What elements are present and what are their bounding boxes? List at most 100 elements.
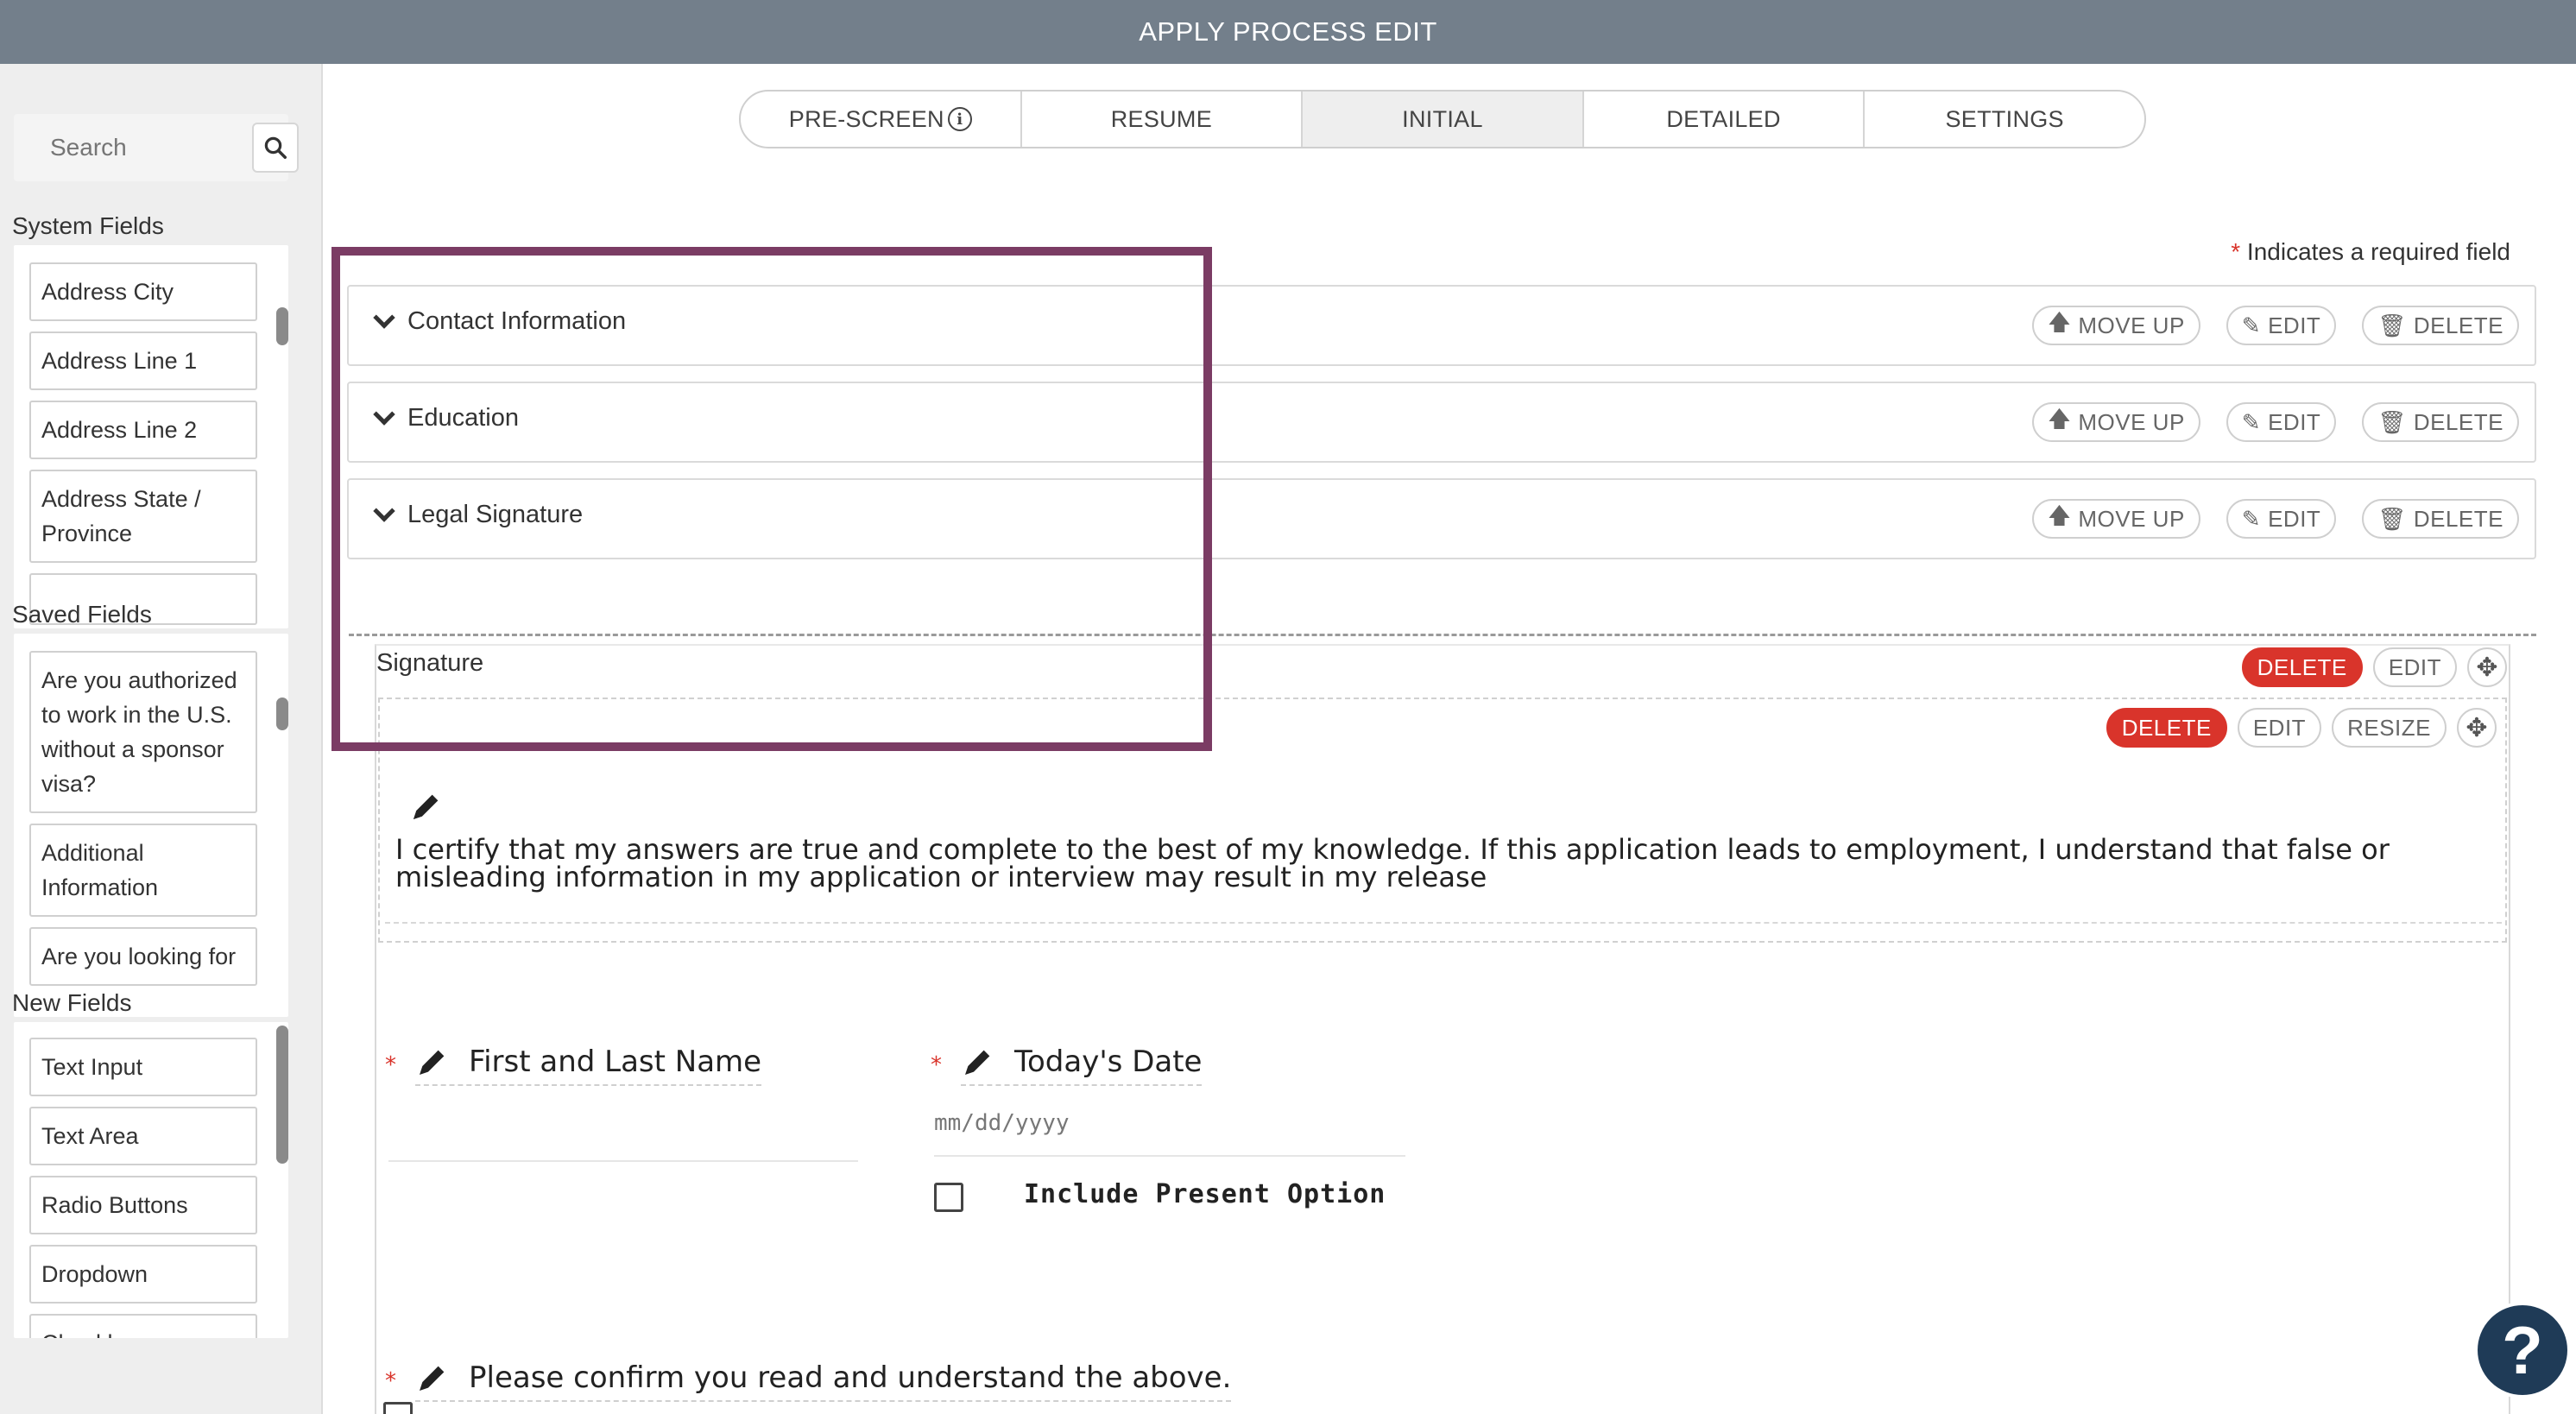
system-fields-scrollbar[interactable] [276, 307, 288, 345]
section-contact-information[interactable]: Contact Information 🡅 MOVE UP ✎ EDIT 🗑 DELE… [347, 285, 2536, 366]
move-up-button[interactable]: 🡅 MOVE UP [2032, 306, 2200, 345]
signature-edit-button[interactable]: EDIT [2372, 647, 2457, 687]
section-title[interactable]: Education [373, 402, 519, 432]
chevron-down-icon [373, 402, 395, 426]
text-block-edit-button[interactable]: EDIT [2237, 708, 2322, 748]
tab-resume-label: RESUME [1110, 105, 1213, 132]
trash-icon: 🗑 [2377, 312, 2407, 338]
field-item-address-line-1[interactable]: Address Line 1 [29, 331, 257, 390]
trash-icon: 🗑 [2377, 408, 2407, 435]
arrow-up-icon: 🡅 [2048, 309, 2072, 335]
move-icon[interactable]: ✥ [2457, 708, 2497, 748]
required-field-note: * Indicates a required field [2231, 238, 2510, 266]
fields-sidebar: System Fields Address City Address Line … [0, 64, 323, 1414]
field-item-dropdown[interactable]: Dropdown [29, 1245, 257, 1304]
include-present-checkbox[interactable] [934, 1183, 963, 1212]
field-item-radio-buttons[interactable]: Radio Buttons [29, 1176, 257, 1234]
edit-button[interactable]: ✎ EDIT [2226, 402, 2337, 442]
edit-button[interactable]: ✎ EDIT [2226, 306, 2337, 345]
move-icon[interactable]: ✥ [2467, 647, 2507, 687]
required-asterisk: * [385, 1368, 396, 1394]
tab-detailed-label: DETAILED [1666, 105, 1781, 132]
text-block-bottom-border [385, 922, 2502, 924]
date-field-label-text: Today's Date [1014, 1045, 1203, 1079]
field-item-address-state[interactable]: Address State / Province [29, 470, 257, 563]
move-up-button[interactable]: 🡅 MOVE UP [2032, 402, 2200, 442]
process-tabs: PRE-SCREEN i RESUME INITIAL DETAILED SET… [739, 90, 2146, 148]
new-fields-title: New Fields [12, 989, 132, 1016]
saved-fields-scrollbar[interactable] [276, 698, 288, 730]
pencil-icon[interactable] [415, 1360, 450, 1395]
confirm-checkbox[interactable] [383, 1402, 413, 1414]
arrow-up-icon: 🡅 [2048, 406, 2072, 432]
required-asterisk: * [2231, 238, 2241, 265]
section-title-text: Education [407, 404, 519, 432]
section-title[interactable]: Legal Signature [373, 499, 584, 529]
delete-button[interactable]: 🗑 DELETE [2362, 499, 2519, 539]
page-title: APPLY PROCESS EDIT [1139, 16, 1437, 47]
confirm-field-label-text: Please confirm you read and understand t… [469, 1360, 1232, 1395]
name-input[interactable] [388, 1160, 858, 1162]
date-input-placeholder[interactable]: mm/dd/yyyy [934, 1110, 1070, 1136]
section-title-text: Legal Signature [407, 501, 584, 528]
delete-label: DELETE [2413, 505, 2503, 532]
move-up-label: MOVE UP [2078, 505, 2185, 532]
tab-pre-screen[interactable]: PRE-SCREEN i [741, 92, 1022, 147]
required-asterisk: * [931, 1052, 942, 1078]
tab-settings[interactable]: SETTINGS [1865, 92, 2144, 147]
tab-detailed[interactable]: DETAILED [1584, 92, 1866, 147]
signature-block-label: Signature [376, 649, 484, 677]
section-education[interactable]: Education 🡅 MOVE UP ✎ EDIT 🗑 DELETE [347, 382, 2536, 463]
required-note-text: Indicates a required field [2246, 238, 2510, 265]
pencil-icon: ✎ [2241, 408, 2262, 435]
pencil-icon: ✎ [2241, 312, 2262, 338]
field-item-looking-for[interactable]: Are you looking for [29, 927, 257, 986]
tab-resume[interactable]: RESUME [1022, 92, 1304, 147]
section-title-text: Contact Information [407, 307, 627, 335]
field-item-text-input[interactable]: Text Input [29, 1038, 257, 1096]
field-item-additional-info[interactable]: Additional Information [29, 824, 257, 917]
delete-button[interactable]: 🗑 DELETE [2362, 306, 2519, 345]
system-fields-list: Address City Address Line 1 Address Line… [14, 245, 288, 628]
pencil-icon[interactable] [415, 1045, 450, 1079]
required-asterisk: * [385, 1052, 396, 1078]
field-item-address-city[interactable]: Address City [29, 262, 257, 321]
field-item-authorized[interactable]: Are you authorized to work in the U.S. w… [29, 651, 257, 813]
signature-block-actions: DELETE EDIT ✥ [2241, 647, 2507, 687]
tab-initial-label: INITIAL [1402, 105, 1483, 132]
edit-label: EDIT [2268, 312, 2321, 338]
confirm-field-label: * Please confirm you read and understand… [385, 1360, 1232, 1402]
field-item-address-line-2[interactable]: Address Line 2 [29, 401, 257, 459]
include-present-label: Include Present Option [1024, 1179, 1386, 1209]
text-block-resize-button[interactable]: RESIZE [2332, 708, 2447, 748]
date-input[interactable] [934, 1155, 1405, 1157]
field-item-text-area[interactable]: Text Area [29, 1107, 257, 1165]
pencil-icon[interactable] [961, 1045, 995, 1079]
move-up-label: MOVE UP [2078, 408, 2185, 435]
tab-pre-screen-label: PRE-SCREEN [788, 105, 944, 132]
move-up-button[interactable]: 🡅 MOVE UP [2032, 499, 2200, 539]
saved-fields-title: Saved Fields [12, 601, 152, 628]
section-title[interactable]: Contact Information [373, 306, 627, 336]
chevron-down-icon [373, 306, 395, 329]
section-legal-signature[interactable]: Legal Signature 🡅 MOVE UP ✎ EDIT 🗑 DELETE [347, 478, 2536, 559]
search-button[interactable] [252, 123, 299, 173]
certification-text: I certify that my answers are true and c… [395, 833, 2390, 893]
name-field-label-text: First and Last Name [469, 1045, 762, 1079]
saved-fields-list: Are you authorized to work in the U.S. w… [14, 634, 288, 1017]
field-item-checkbox[interactable]: Checkbox [29, 1314, 257, 1338]
help-button[interactable]: ? [2474, 1302, 2571, 1398]
edit-label: EDIT [2268, 505, 2321, 532]
search-input[interactable] [14, 114, 237, 181]
delete-button[interactable]: 🗑 DELETE [2362, 402, 2519, 442]
text-block-actions: DELETE EDIT RESIZE ✥ [2106, 708, 2497, 748]
edit-button[interactable]: ✎ EDIT [2226, 499, 2337, 539]
info-icon[interactable]: i [947, 107, 972, 131]
chevron-down-icon [373, 499, 395, 522]
new-fields-scrollbar[interactable] [276, 1026, 288, 1164]
system-fields-title: System Fields [12, 212, 164, 239]
text-block-delete-button[interactable]: DELETE [2106, 708, 2227, 748]
pencil-icon[interactable] [409, 789, 444, 824]
signature-delete-button[interactable]: DELETE [2241, 647, 2363, 687]
tab-initial[interactable]: INITIAL [1303, 92, 1584, 147]
